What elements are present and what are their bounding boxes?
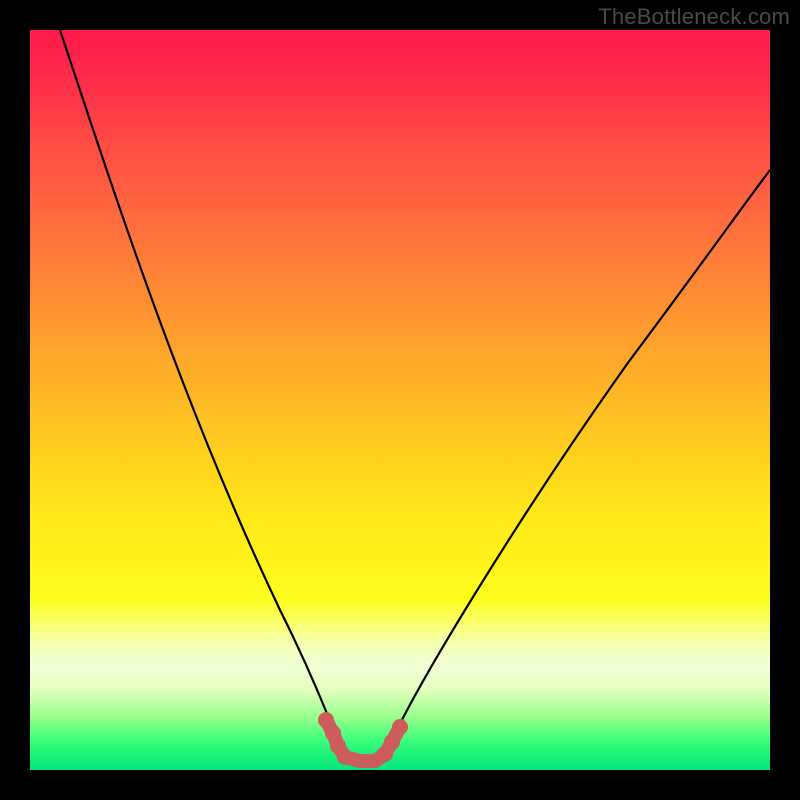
sweet-spot-marker	[384, 734, 400, 750]
watermark-text: TheBottleneck.com	[598, 4, 790, 30]
plot-area	[30, 30, 770, 770]
chart-frame: TheBottleneck.com	[0, 0, 800, 800]
bottleneck-curve	[60, 30, 770, 760]
bottleneck-curve-svg	[30, 30, 770, 770]
sweet-spot-marker	[337, 749, 353, 765]
sweet-spot-marker	[392, 719, 408, 735]
